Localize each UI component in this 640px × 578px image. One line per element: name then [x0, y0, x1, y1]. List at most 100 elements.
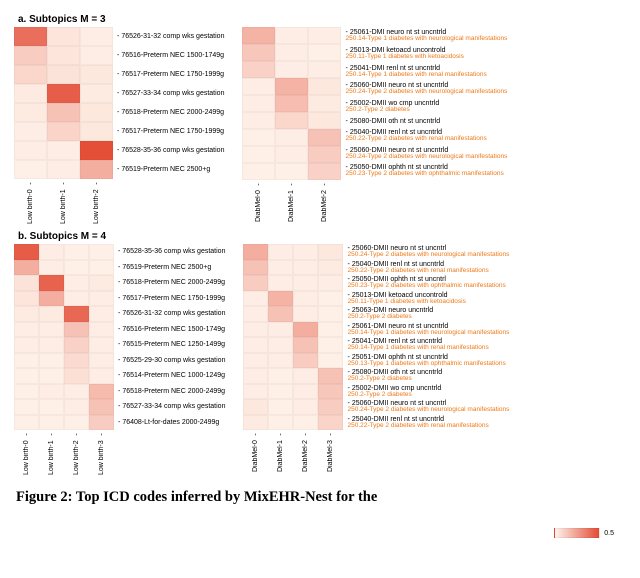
row-sublabel: 250.2-Type 2 diabetes	[347, 376, 509, 383]
row-label-group: -76515-Preterm NEC 1250-1499g	[118, 341, 225, 348]
row-label-group: -76526-31-32 comp wks gestation	[118, 310, 225, 317]
heatmap-cell	[14, 84, 47, 103]
heatmap-cell	[318, 399, 343, 415]
row-label: -76516-Preterm NEC 1500-1749g	[118, 326, 225, 333]
heatmap-cell	[89, 322, 114, 338]
col-label: DiabMel-3-	[318, 431, 343, 477]
panel-b-label: b. Subtopics M = 4	[18, 231, 626, 242]
row-label-group: -25060-DMII neuro nt st uncntrl250.24-Ty…	[347, 245, 509, 259]
row-label-group: -25041-DMI renl nt st uncntrld250.14-Typ…	[345, 65, 507, 79]
row-label-group: -25040-DMII renl nt st uncntrld250.22-Ty…	[347, 416, 509, 430]
heatmap-cell	[275, 163, 308, 180]
heatmap-cell	[47, 122, 80, 141]
heatmap-cell	[14, 337, 39, 353]
row-label-group: -76519-Preterm NEC 2500+g	[118, 264, 225, 271]
heatmap-cell	[308, 27, 341, 44]
heatmap-cell	[308, 112, 341, 129]
heatmap-cell	[293, 384, 318, 400]
col-label: Low birth-0-	[14, 431, 39, 477]
row-sublabel: 250.2-Type 2 diabetes	[345, 107, 507, 114]
row-label: -76525-29-30 comp wks gestation	[118, 357, 225, 364]
heatmap-cell	[243, 368, 268, 384]
heatmap-cell	[268, 275, 293, 291]
heatmap-cell	[308, 78, 341, 95]
heatmap-cell	[89, 384, 114, 400]
heatmap-cell	[39, 275, 64, 291]
row-label-group: -76516-Preterm NEC 1500-1749g	[117, 52, 224, 59]
heatmap-cell	[89, 306, 114, 322]
heatmap-cell	[268, 384, 293, 400]
row-label-group: -25002-DMII wo cmp uncntrld250.2-Type 2 …	[347, 385, 509, 399]
heatmap-cell	[242, 27, 275, 44]
heatmap-cell	[293, 260, 318, 276]
heatmap-cell	[318, 322, 343, 338]
heatmap-cell	[318, 260, 343, 276]
heatmap-cell	[64, 384, 89, 400]
heatmap-cell	[268, 322, 293, 338]
row-label-group: -76527-33-34 comp wks gestation	[118, 403, 225, 410]
heatmap-area: -76526-31-32 comp wks gestation-76516-Pr…	[14, 27, 224, 180]
panels-row-a: -76526-31-32 comp wks gestation-76516-Pr…	[14, 27, 626, 227]
row-label-group: -76517-Preterm NEC 1750-1999g	[118, 295, 225, 302]
col-labels: DiabMel-0-DiabMel-1-DiabMel-2-	[242, 181, 341, 227]
heatmap-cell	[243, 244, 268, 260]
row-label-group: -25060-DMII neuro nt st uncntrld250.24-T…	[345, 147, 507, 161]
heatmap-cell	[64, 368, 89, 384]
heatmap-cell	[275, 146, 308, 163]
heatmap-a-right: -25061-DMI neuro nt st uncntrld250.14-Ty…	[242, 27, 507, 227]
heatmap-cell	[47, 141, 80, 160]
heatmap-cell	[39, 368, 64, 384]
heatmap-cell	[318, 291, 343, 307]
row-sublabel: 250.2-Type 2 diabetes	[347, 392, 509, 399]
row-label: -76518-Preterm NEC 2000-2499g	[118, 279, 225, 286]
heatmap-cell	[243, 322, 268, 338]
heatmap-grid	[242, 27, 341, 181]
heatmap-cell	[242, 112, 275, 129]
col-label: DiabMel-0-	[242, 181, 275, 227]
row-sublabel: 250.14-Type 1 diabetes with renal manife…	[345, 72, 507, 79]
heatmap-cell	[318, 306, 343, 322]
heatmap-cell	[268, 415, 293, 431]
heatmap-cell	[293, 353, 318, 369]
row-sublabel: 250.14-Type 1 diabetes with neurological…	[345, 36, 507, 43]
row-labels: -76528-35-36 comp wks gestation-76519-Pr…	[118, 244, 225, 430]
heatmap-cell	[242, 163, 275, 180]
heatmap-cell	[80, 27, 113, 46]
heatmap-cell	[293, 291, 318, 307]
colorbar-legend: 0.5	[554, 528, 614, 538]
row-sublabel: 250.24-Type 2 diabetes with neurological…	[347, 407, 509, 414]
heatmap-cell	[14, 353, 39, 369]
heatmap-b-left: -76528-35-36 comp wks gestation-76519-Pr…	[14, 244, 225, 477]
row-label-group: -76528-35-36 comp wks gestation	[117, 147, 224, 154]
heatmap-cell	[275, 112, 308, 129]
heatmap-cell	[64, 399, 89, 415]
row-label: -76408-Lt-for-dates 2000-2499g	[118, 419, 225, 426]
heatmap-cell	[243, 291, 268, 307]
heatmap-grid	[243, 244, 343, 431]
heatmap-cell	[14, 322, 39, 338]
heatmap-cell	[242, 129, 275, 146]
heatmap-grid	[14, 27, 113, 180]
heatmap-cell	[243, 353, 268, 369]
heatmap-cell	[14, 368, 39, 384]
heatmap-cell	[14, 103, 47, 122]
heatmap-cell	[39, 353, 64, 369]
row-label: -25080-DMII oth nt st uncntrld	[345, 118, 507, 125]
row-sublabel: 250.11-Type 1 diabetes with ketoacidosis	[347, 299, 509, 306]
heatmap-cell	[293, 275, 318, 291]
row-label-group: -25061-DMI neuro nt st uncntrld250.14-Ty…	[347, 323, 509, 337]
heatmap-cell	[308, 95, 341, 112]
heatmap-cell	[47, 27, 80, 46]
heatmap-cell	[14, 260, 39, 276]
col-label: Low birth-1-	[39, 431, 64, 477]
heatmap-cell	[14, 46, 47, 65]
figure-caption: Figure 2: Top ICD codes inferred by MixE…	[14, 489, 626, 506]
row-label-group: -25050-DMII ophth nt st uncntrld250.23-T…	[345, 164, 507, 178]
row-label-group: -76408-Lt-for-dates 2000-2499g	[118, 419, 225, 426]
colorbar-gradient	[554, 528, 600, 538]
row-label: -76517-Preterm NEC 1750-1999g	[117, 128, 224, 135]
heatmap-cell	[14, 384, 39, 400]
heatmap-cell	[64, 291, 89, 307]
heatmap-cell	[318, 384, 343, 400]
row-label-group: -25041-DMI renl nt st uncntrld250.14-Typ…	[347, 338, 509, 352]
